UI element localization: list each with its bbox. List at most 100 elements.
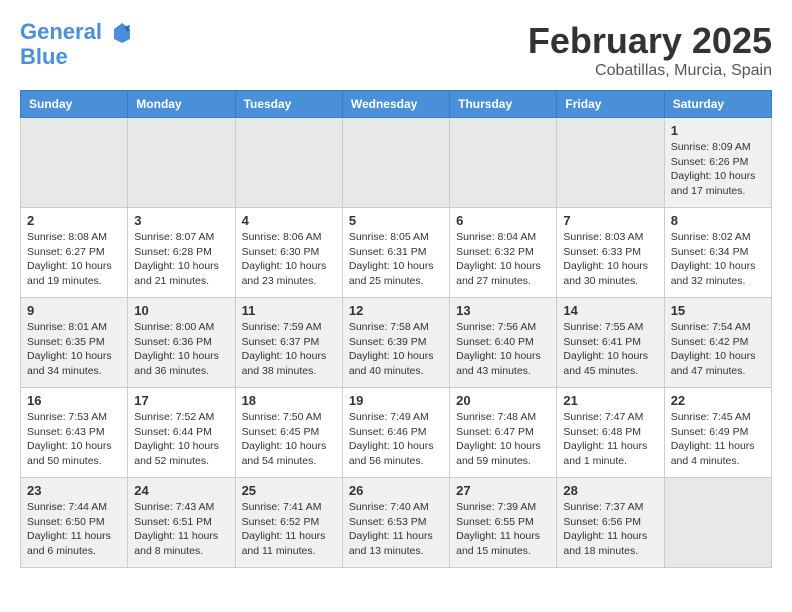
calendar-day-cell: 15 Sunrise: 7:54 AMSunset: 6:42 PMDayligh…: [664, 298, 771, 388]
day-info: Sunrise: 7:59 AMSunset: 6:37 PMDaylight:…: [242, 320, 336, 379]
logo-text: General: [20, 20, 134, 45]
day-info: Sunrise: 7:37 AMSunset: 6:56 PMDaylight:…: [563, 500, 657, 559]
calendar-day-cell: 12 Sunrise: 7:58 AMSunset: 6:39 PMDayligh…: [342, 298, 449, 388]
day-info: Sunrise: 7:55 AMSunset: 6:41 PMDaylight:…: [563, 320, 657, 379]
calendar-day-cell: [235, 118, 342, 208]
calendar-week-row: 2 Sunrise: 8:08 AMSunset: 6:27 PMDaylight…: [21, 208, 772, 298]
day-number: 16: [27, 393, 121, 408]
day-info: Sunrise: 8:01 AMSunset: 6:35 PMDaylight:…: [27, 320, 121, 379]
day-info: Sunrise: 7:44 AMSunset: 6:50 PMDaylight:…: [27, 500, 121, 559]
calendar-day-cell: [342, 118, 449, 208]
day-info: Sunrise: 7:41 AMSunset: 6:52 PMDaylight:…: [242, 500, 336, 559]
day-number: 5: [349, 213, 443, 228]
day-info: Sunrise: 8:07 AMSunset: 6:28 PMDaylight:…: [134, 230, 228, 289]
calendar-day-cell: 7Sunrise: 8:03 AMSunset: 6:33 PMDaylight…: [557, 208, 664, 298]
calendar-day-cell: 10 Sunrise: 8:00 AMSunset: 6:36 PMDayligh…: [128, 298, 235, 388]
calendar-day-cell: [664, 478, 771, 568]
day-info: Sunrise: 8:02 AMSunset: 6:34 PMDaylight:…: [671, 230, 765, 289]
logo-blue: Blue: [20, 45, 134, 69]
calendar-day-cell: 22 Sunrise: 7:45 AMSunset: 6:49 PMDayligh…: [664, 388, 771, 478]
day-number: 1: [671, 123, 765, 138]
day-number: 17: [134, 393, 228, 408]
day-number: 28: [563, 483, 657, 498]
calendar-day-cell: 11 Sunrise: 7:59 AMSunset: 6:37 PMDayligh…: [235, 298, 342, 388]
day-info: Sunrise: 8:06 AMSunset: 6:30 PMDaylight:…: [242, 230, 336, 289]
calendar-day-cell: 16 Sunrise: 7:53 AMSunset: 6:43 PMDayligh…: [21, 388, 128, 478]
day-info: Sunrise: 7:43 AMSunset: 6:51 PMDaylight:…: [134, 500, 228, 559]
calendar-week-row: 1 Sunrise: 8:09 AMSunset: 6:26 PMDaylight…: [21, 118, 772, 208]
day-info: Sunrise: 8:08 AMSunset: 6:27 PMDaylight:…: [27, 230, 121, 289]
calendar-day-cell: 4Sunrise: 8:06 AMSunset: 6:30 PMDaylight…: [235, 208, 342, 298]
calendar-week-row: 9 Sunrise: 8:01 AMSunset: 6:35 PMDaylight…: [21, 298, 772, 388]
day-info: Sunrise: 8:04 AMSunset: 6:32 PMDaylight:…: [456, 230, 550, 289]
day-number: 24: [134, 483, 228, 498]
day-number: 27: [456, 483, 550, 498]
calendar-day-cell: 23 Sunrise: 7:44 AMSunset: 6:50 PMDayligh…: [21, 478, 128, 568]
weekday-header: Thursday: [450, 91, 557, 118]
day-number: 25: [242, 483, 336, 498]
calendar: SundayMondayTuesdayWednesdayThursdayFrid…: [20, 90, 772, 568]
weekday-header: Sunday: [21, 91, 128, 118]
day-number: 2: [27, 213, 121, 228]
day-info: Sunrise: 7:49 AMSunset: 6:46 PMDaylight:…: [349, 410, 443, 469]
calendar-day-cell: 1 Sunrise: 8:09 AMSunset: 6:26 PMDaylight…: [664, 118, 771, 208]
calendar-day-cell: 24 Sunrise: 7:43 AMSunset: 6:51 PMDayligh…: [128, 478, 235, 568]
calendar-day-cell: [450, 118, 557, 208]
calendar-week-row: 23 Sunrise: 7:44 AMSunset: 6:50 PMDayligh…: [21, 478, 772, 568]
weekday-header: Wednesday: [342, 91, 449, 118]
day-info: Sunrise: 7:56 AMSunset: 6:40 PMDaylight:…: [456, 320, 550, 379]
day-info: Sunrise: 7:48 AMSunset: 6:47 PMDaylight:…: [456, 410, 550, 469]
day-number: 13: [456, 303, 550, 318]
calendar-day-cell: 21Sunrise: 7:47 AMSunset: 6:48 PMDayligh…: [557, 388, 664, 478]
calendar-day-cell: 2 Sunrise: 8:08 AMSunset: 6:27 PMDaylight…: [21, 208, 128, 298]
title-block: February 2025 Cobatillas, Murcia, Spain: [528, 20, 772, 80]
calendar-day-cell: 28 Sunrise: 7:37 AMSunset: 6:56 PMDayligh…: [557, 478, 664, 568]
day-number: 10: [134, 303, 228, 318]
calendar-day-cell: 17 Sunrise: 7:52 AMSunset: 6:44 PMDayligh…: [128, 388, 235, 478]
calendar-header-row: SundayMondayTuesdayWednesdayThursdayFrid…: [21, 91, 772, 118]
day-info: Sunrise: 7:50 AMSunset: 6:45 PMDaylight:…: [242, 410, 336, 469]
day-number: 6: [456, 213, 550, 228]
weekday-header: Friday: [557, 91, 664, 118]
day-info: Sunrise: 7:54 AMSunset: 6:42 PMDaylight:…: [671, 320, 765, 379]
logo: General Blue: [20, 20, 134, 69]
weekday-header: Monday: [128, 91, 235, 118]
month-title: February 2025: [528, 20, 772, 62]
day-number: 15: [671, 303, 765, 318]
day-number: 26: [349, 483, 443, 498]
calendar-day-cell: 13 Sunrise: 7:56 AMSunset: 6:40 PMDayligh…: [450, 298, 557, 388]
calendar-day-cell: 25 Sunrise: 7:41 AMSunset: 6:52 PMDayligh…: [235, 478, 342, 568]
calendar-day-cell: [128, 118, 235, 208]
day-info: Sunrise: 8:00 AMSunset: 6:36 PMDaylight:…: [134, 320, 228, 379]
calendar-day-cell: 6 Sunrise: 8:04 AMSunset: 6:32 PMDaylight…: [450, 208, 557, 298]
calendar-day-cell: 18Sunrise: 7:50 AMSunset: 6:45 PMDayligh…: [235, 388, 342, 478]
day-number: 21: [563, 393, 657, 408]
calendar-day-cell: [21, 118, 128, 208]
day-info: Sunrise: 8:09 AMSunset: 6:26 PMDaylight:…: [671, 140, 765, 199]
day-number: 9: [27, 303, 121, 318]
day-number: 8: [671, 213, 765, 228]
logo-icon: [110, 21, 134, 45]
day-info: Sunrise: 7:58 AMSunset: 6:39 PMDaylight:…: [349, 320, 443, 379]
page-header: General Blue February 2025 Cobatillas, M…: [20, 20, 772, 80]
calendar-day-cell: 27 Sunrise: 7:39 AMSunset: 6:55 PMDayligh…: [450, 478, 557, 568]
calendar-day-cell: 3 Sunrise: 8:07 AMSunset: 6:28 PMDaylight…: [128, 208, 235, 298]
calendar-day-cell: 26Sunrise: 7:40 AMSunset: 6:53 PMDayligh…: [342, 478, 449, 568]
day-info: Sunrise: 7:39 AMSunset: 6:55 PMDaylight:…: [456, 500, 550, 559]
day-number: 3: [134, 213, 228, 228]
day-number: 23: [27, 483, 121, 498]
calendar-day-cell: 19Sunrise: 7:49 AMSunset: 6:46 PMDayligh…: [342, 388, 449, 478]
calendar-day-cell: 14 Sunrise: 7:55 AMSunset: 6:41 PMDayligh…: [557, 298, 664, 388]
day-number: 11: [242, 303, 336, 318]
day-info: Sunrise: 7:52 AMSunset: 6:44 PMDaylight:…: [134, 410, 228, 469]
weekday-header: Tuesday: [235, 91, 342, 118]
day-info: Sunrise: 7:45 AMSunset: 6:49 PMDaylight:…: [671, 410, 765, 469]
day-info: Sunrise: 8:05 AMSunset: 6:31 PMDaylight:…: [349, 230, 443, 289]
day-number: 22: [671, 393, 765, 408]
calendar-day-cell: 8 Sunrise: 8:02 AMSunset: 6:34 PMDaylight…: [664, 208, 771, 298]
day-number: 7: [563, 213, 657, 228]
weekday-header: Saturday: [664, 91, 771, 118]
day-info: Sunrise: 7:53 AMSunset: 6:43 PMDaylight:…: [27, 410, 121, 469]
day-number: 12: [349, 303, 443, 318]
day-number: 14: [563, 303, 657, 318]
